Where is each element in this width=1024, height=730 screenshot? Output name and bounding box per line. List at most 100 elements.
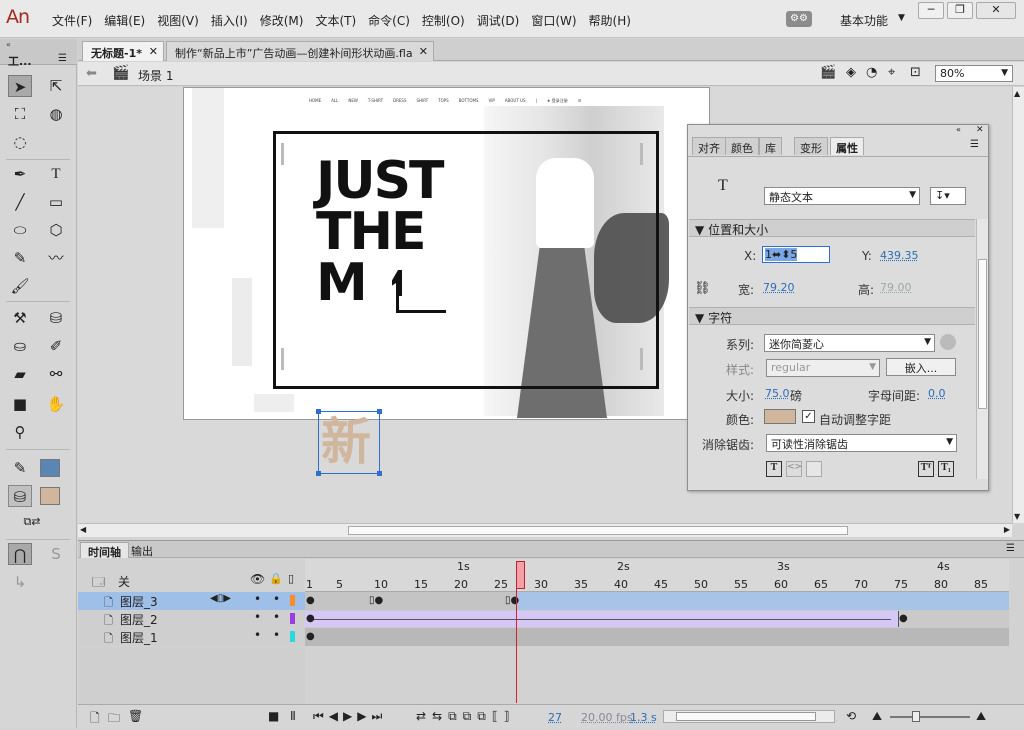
chevron-down-icon[interactable]: ▼ <box>1001 68 1008 78</box>
oval-tool-icon[interactable]: ⬭ <box>8 219 32 241</box>
fill-color-swatch[interactable] <box>40 487 60 505</box>
resize-handle[interactable] <box>377 409 382 414</box>
menu-commands[interactable]: 命令(C) <box>362 12 416 29</box>
frame-ruler[interactable]: 1s 2s 3s 4s 1 5 10 15 20 25 30 35 40 45 … <box>305 559 1009 592</box>
visibility-dot[interactable]: • <box>254 592 261 606</box>
polystar-tool-icon[interactable]: ⬡ <box>44 219 68 241</box>
selectable-text-icon[interactable]: T <box>766 461 782 477</box>
edit-scene-icon[interactable]: 🎬 <box>820 65 836 80</box>
camera-layer-icon[interactable]: ■ <box>268 709 279 723</box>
letter-spacing-value[interactable]: 0.0 <box>928 387 946 400</box>
rectangle-tool-icon[interactable]: ▭ <box>44 191 68 213</box>
x-input[interactable]: 1⬌⬍5 <box>762 246 830 263</box>
delete-layer-icon[interactable]: 🗑 <box>128 709 143 723</box>
show-border-icon[interactable] <box>806 461 822 477</box>
text-type-select[interactable]: 静态文本 ▼ <box>764 187 920 205</box>
panel-menu-icon[interactable]: ☰ <box>1006 543 1015 554</box>
section-character[interactable]: ▼ 字符 <box>689 307 975 325</box>
resize-handle[interactable] <box>316 471 321 476</box>
slider-thumb[interactable] <box>912 711 920 722</box>
layer-color-swatch[interactable] <box>290 595 295 606</box>
width-value[interactable]: 79.20 <box>763 281 795 294</box>
lock-dot[interactable]: • <box>273 628 280 642</box>
new-layer-icon[interactable]: 🗋 <box>90 709 100 730</box>
tab-timeline[interactable]: 时间轴 <box>80 542 129 559</box>
resize-handle[interactable] <box>377 471 382 476</box>
lock-dot[interactable]: • <box>273 610 280 624</box>
menu-view[interactable]: 视图(V) <box>151 12 205 29</box>
resize-handle[interactable] <box>316 409 321 414</box>
swap-colors-icon[interactable]: ⧉⇄ <box>20 511 44 533</box>
maximize-button[interactable]: ❐ <box>947 2 973 19</box>
tab-library[interactable]: 库 <box>759 137 782 155</box>
scroll-thumb[interactable] <box>676 712 816 721</box>
frame-span[interactable] <box>305 592 517 610</box>
lasso-tool-icon[interactable]: ◌ <box>8 131 32 153</box>
render-html-icon[interactable]: <> <box>786 461 802 477</box>
tab-properties[interactable]: 属性 <box>830 137 864 155</box>
layer-row-1[interactable]: 🗋 图层_1 • • <box>78 628 305 646</box>
scroll-thumb[interactable] <box>978 259 987 409</box>
center-stage-icon[interactable]: ⌖ <box>888 65 895 80</box>
link-icon[interactable]: ⛓ <box>694 281 711 296</box>
close-panel-icon[interactable]: ✕ <box>976 125 984 135</box>
stroke-color-swatch[interactable] <box>40 459 60 477</box>
text-orientation-select[interactable]: ↧▾ <box>930 187 966 205</box>
subselection-tool-icon[interactable]: ⇱ <box>44 75 68 97</box>
height-value[interactable]: 79.00 <box>880 281 912 294</box>
tab-fla-document[interactable]: 制作“新品上市”广告动画—创建补间形状动画.fla ✕ <box>166 41 434 61</box>
zoom-tool-icon[interactable]: ⚲ <box>8 421 32 443</box>
bone-tool-icon[interactable]: ⚒ <box>8 307 32 329</box>
font-family-select[interactable]: 迷你简菱心 ▼ <box>764 334 935 352</box>
visibility-dot[interactable]: • <box>254 628 261 642</box>
close-window-button[interactable]: ✕ <box>976 2 1016 19</box>
clip-content-icon[interactable]: ⊡ <box>910 65 921 80</box>
size-value[interactable]: 75.0 <box>765 387 790 400</box>
fill-color-icon[interactable]: ⛁ <box>8 485 32 507</box>
stroke-color-icon[interactable]: ✎ <box>8 457 32 479</box>
vertical-scrollbar[interactable]: ▲ ▼ <box>1012 87 1024 523</box>
frames-layer-1[interactable]: ● <box>305 628 1009 646</box>
parent-view-icon[interactable]: Ⅱ <box>290 709 296 723</box>
subscript-icon[interactable]: T₁ <box>938 461 954 477</box>
horizontal-scrollbar[interactable]: ◀ ▶ <box>78 523 1012 537</box>
tab-untitled[interactable]: 无标题-1* ✕ <box>82 41 164 61</box>
3d-rotation-tool-icon[interactable]: ◍ <box>44 103 68 125</box>
timeline-zoom-slider[interactable] <box>890 716 970 718</box>
workspace-switcher[interactable]: 基本功能 <box>840 12 888 29</box>
prev-keyframe-icon[interactable]: ◀▯▶ <box>210 593 231 604</box>
center-frame-icon[interactable]: ⟲ <box>846 709 856 723</box>
line-tool-icon[interactable]: ╱ <box>8 191 32 213</box>
menu-insert[interactable]: 插入(I) <box>205 12 254 29</box>
scroll-up-icon[interactable]: ▲ <box>1014 89 1020 98</box>
rotate-stage-icon[interactable]: ◔ <box>866 65 877 80</box>
sync-settings-button[interactable]: ⚙⚙ <box>786 11 812 27</box>
hand-tool-icon[interactable]: ✋ <box>44 393 68 415</box>
text-color-swatch[interactable] <box>764 409 796 424</box>
brush-tool-icon[interactable]: 〰 <box>44 247 68 269</box>
eye-icon[interactable]: 👁 <box>250 572 265 586</box>
frame-rate[interactable]: 20.00 fps <box>581 711 633 724</box>
frames-layer-3[interactable]: ● ▯● ▯● <box>305 592 1009 610</box>
keyframe-dot[interactable]: ● <box>899 613 908 624</box>
zoom-select[interactable]: 80% ▼ <box>935 65 1013 82</box>
menu-modify[interactable]: 修改(M) <box>254 12 310 29</box>
tab-align[interactable]: 对齐 <box>692 137 726 155</box>
pen-tool-icon[interactable]: ✒ <box>8 163 32 185</box>
superscript-icon[interactable]: Tᵀ <box>918 461 934 477</box>
lock-icon[interactable]: 🔒 <box>269 572 283 585</box>
layer-row-2[interactable]: 🗋 图层_2 • • <box>78 610 305 628</box>
outline-icon[interactable]: ▯ <box>288 572 294 585</box>
layer-color-swatch[interactable] <box>290 631 295 642</box>
snap-magnet-icon[interactable]: ⋂ <box>8 543 32 565</box>
chevron-down-icon[interactable]: ▼ <box>898 13 905 23</box>
menu-control[interactable]: 控制(O) <box>416 12 471 29</box>
frames-layer-2[interactable]: ● ● <box>305 610 1009 628</box>
text-tool-icon[interactable]: T <box>44 163 68 185</box>
edit-symbol-icon[interactable]: ◈ <box>846 65 856 80</box>
selection-tool-icon[interactable]: ➤ <box>8 75 32 97</box>
paint-brush-icon[interactable]: 🖌 <box>8 275 32 297</box>
zoom-in-icon[interactable]: ⛰ <box>976 709 986 724</box>
eyedropper-icon[interactable]: ✐ <box>44 335 68 357</box>
panel-menu-icon[interactable]: ☰ <box>58 53 67 64</box>
